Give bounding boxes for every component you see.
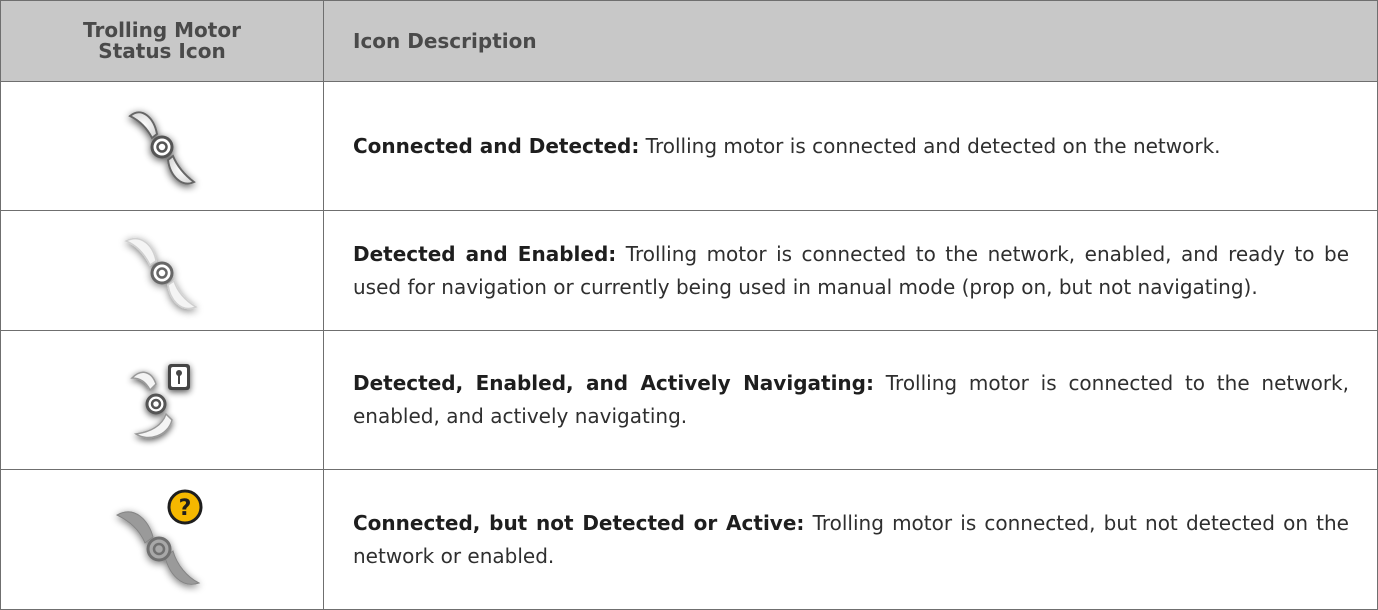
- row-body: Trolling motor is connected and detected…: [639, 133, 1221, 158]
- header-col1-line2: Status Icon: [98, 39, 226, 63]
- description-cell: Detected, Enabled, and Actively Navigati…: [324, 331, 1377, 469]
- icon-cell: ?: [1, 470, 324, 610]
- description-cell: Connected and Detected: Trolling motor i…: [324, 82, 1377, 210]
- header-col1-line1: Trolling Motor: [83, 18, 241, 42]
- table-row: Connected and Detected: Trolling motor i…: [1, 81, 1377, 210]
- question-badge-text: ?: [179, 496, 192, 521]
- trolling-motor-status-table: Trolling Motor Status Icon Icon Descript…: [0, 0, 1378, 610]
- icon-cell: [1, 82, 324, 210]
- table-row: Detected, Enabled, and Actively Navigati…: [1, 330, 1377, 469]
- icon-cell: [1, 331, 324, 469]
- table-header-row: Trolling Motor Status Icon Icon Descript…: [1, 1, 1377, 81]
- trolling-motor-actively-navigating-icon: [130, 364, 190, 439]
- row-title: Detected, Enabled, and Actively Navigati…: [353, 371, 874, 395]
- row-description: Detected, Enabled, and Actively Navigati…: [353, 367, 1349, 433]
- table-row: Detected and Enabled: Trolling motor is …: [1, 210, 1377, 330]
- header-status-icon-column: Trolling Motor Status Icon: [1, 1, 324, 81]
- row-title: Detected and Enabled:: [353, 241, 617, 266]
- row-description: Connected, but not Detected or Active: T…: [353, 507, 1349, 573]
- icon-cell: [1, 211, 324, 330]
- description-cell: Detected and Enabled: Trolling motor is …: [324, 211, 1377, 330]
- table-row: ? Connected, but not Detected or Active:…: [1, 469, 1377, 610]
- description-cell: Connected, but not Detected or Active: T…: [324, 470, 1377, 610]
- row-description: Connected and Detected: Trolling motor i…: [353, 130, 1349, 163]
- trolling-motor-connected-detected-icon: [128, 111, 196, 185]
- row-title: Connected and Detected:: [353, 133, 640, 158]
- row-description: Detected and Enabled: Trolling motor is …: [353, 238, 1349, 304]
- trolling-motor-detected-enabled-icon: [124, 237, 198, 309]
- trolling-motor-not-detected-icon: ?: [115, 489, 203, 585]
- header-description-column: Icon Description: [353, 29, 537, 53]
- row-title: Connected, but not Detected or Active:: [353, 511, 805, 535]
